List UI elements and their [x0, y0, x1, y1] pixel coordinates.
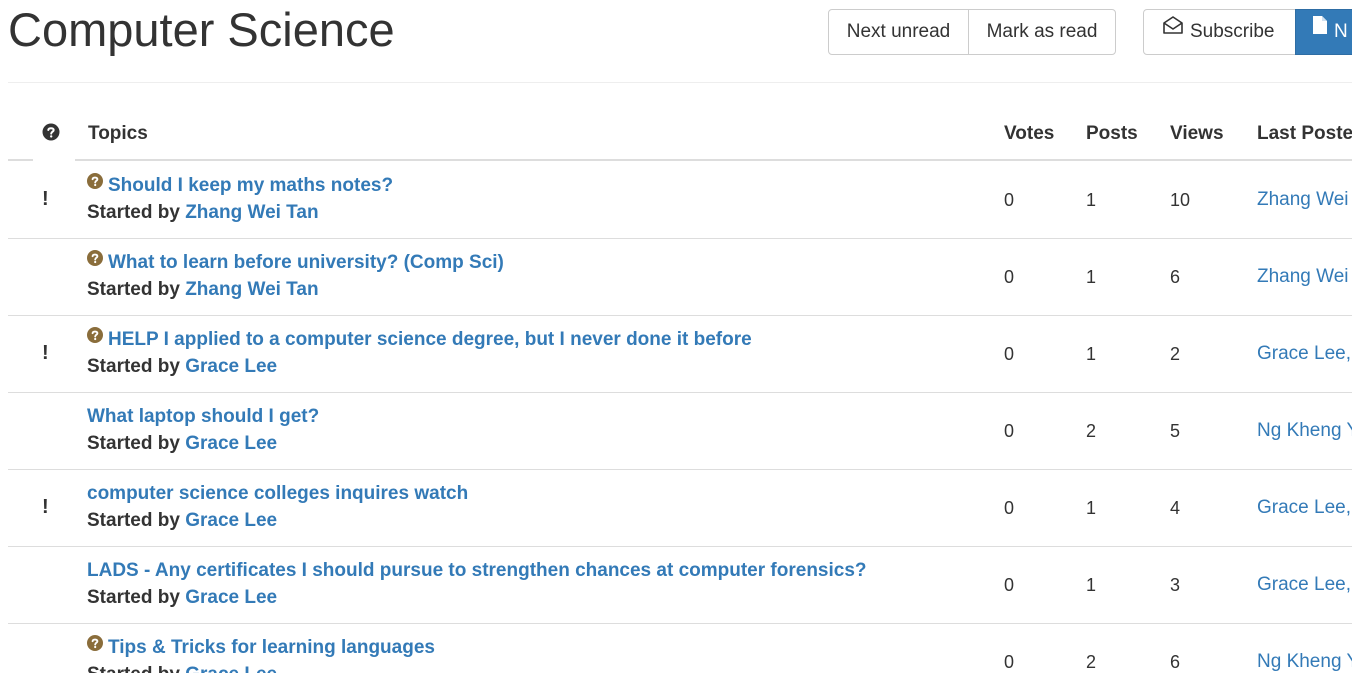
started-by-label: Started by	[87, 510, 180, 531]
table-row: What laptop should I get? Started by Grac…	[8, 392, 1352, 470]
question-circle-icon	[42, 123, 60, 144]
votes-column-header[interactable]: Votes	[1004, 116, 1054, 152]
topic-link[interactable]: Tips & Tricks for learning languages	[87, 634, 435, 660]
page-title: Computer Science	[8, 3, 395, 56]
last-poster-link[interactable]: Grace Lee,	[1257, 342, 1351, 366]
topic-title: LADS - Any certificates I should pursue …	[87, 560, 867, 581]
started-by: Started by Grace Lee	[87, 432, 277, 456]
question-circle-icon	[87, 172, 103, 196]
views-count: 5	[1170, 421, 1181, 441]
topic-link[interactable]: LADS - Any certificates I should pursue …	[87, 559, 867, 583]
views-count: 3	[1170, 575, 1181, 595]
mark-as-read-button[interactable]: Mark as read	[968, 9, 1116, 55]
new-topic-label: N	[1334, 21, 1348, 42]
author-link[interactable]: Grace Lee	[185, 664, 277, 673]
votes-count: 0	[1004, 498, 1015, 518]
envelope-open-icon	[1162, 8, 1184, 52]
votes-count: 0	[1004, 344, 1015, 364]
posts-column-header[interactable]: Posts	[1086, 116, 1138, 152]
topic-title: computer science colleges inquires watch	[87, 483, 469, 504]
last-poster-link[interactable]: Zhang Wei	[1257, 188, 1349, 212]
votes-count: 0	[1004, 421, 1015, 441]
topic-link[interactable]: What laptop should I get?	[87, 405, 319, 429]
subscribe-label: Subscribe	[1190, 21, 1275, 42]
started-by: Started by Grace Lee	[87, 509, 277, 533]
posts-count: 1	[1086, 267, 1097, 287]
posts-count: 1	[1086, 498, 1097, 518]
last-poster-link[interactable]: Ng Kheng Y	[1257, 650, 1352, 673]
started-by: Started by Grace Lee	[87, 355, 277, 379]
question-circle-icon	[87, 249, 103, 273]
topic-link[interactable]: HELP I applied to a computer science deg…	[87, 326, 752, 352]
started-by: Started by Zhang Wei Tan	[87, 278, 319, 302]
file-icon	[1312, 8, 1328, 52]
subscribe-button[interactable]: Subscribe	[1143, 9, 1296, 55]
posts-count: 1	[1086, 575, 1097, 595]
topic-link[interactable]: What to learn before university? (Comp S…	[87, 249, 504, 275]
question-circle-icon	[87, 326, 103, 350]
author-link[interactable]: Grace Lee	[185, 433, 277, 454]
started-by-label: Started by	[87, 587, 180, 608]
views-column-header[interactable]: Views	[1170, 116, 1224, 152]
topic-title: What to learn before university? (Comp S…	[108, 252, 504, 273]
flag-exclamation: !	[42, 188, 49, 210]
started-by-label: Started by	[87, 664, 180, 673]
views-count: 10	[1170, 190, 1191, 210]
forum-page: Computer Science Next unread Mark as rea…	[0, 0, 1352, 673]
started-by-label: Started by	[87, 279, 180, 300]
started-by: Started by Grace Lee	[87, 663, 277, 673]
votes-count: 0	[1004, 267, 1015, 287]
posts-count: 2	[1086, 652, 1097, 672]
posts-count: 1	[1086, 190, 1097, 210]
status-column-header	[42, 116, 60, 152]
views-count: 6	[1170, 267, 1181, 287]
topic-link[interactable]: computer science colleges inquires watch	[87, 482, 468, 506]
author-link[interactable]: Zhang Wei Tan	[185, 202, 318, 223]
table-row: LADS - Any certificates I should pursue …	[8, 546, 1352, 624]
votes-count: 0	[1004, 190, 1015, 210]
last-poster-link[interactable]: Grace Lee,	[1257, 573, 1351, 597]
table-row: ! computer science colleges inquires watc…	[8, 469, 1352, 547]
flag-exclamation: !	[42, 342, 49, 364]
author-link[interactable]: Grace Lee	[185, 587, 277, 608]
topics-column-header[interactable]: Topics	[88, 116, 148, 152]
topic-link[interactable]: Should I keep my maths notes?	[87, 172, 394, 198]
table-row: What to learn before university? (Comp S…	[8, 238, 1352, 316]
next-unread-button[interactable]: Next unread	[828, 9, 969, 55]
topic-title: Should I keep my maths notes?	[108, 175, 394, 196]
votes-count: 0	[1004, 575, 1015, 595]
views-count: 4	[1170, 498, 1181, 518]
posts-count: 1	[1086, 344, 1097, 364]
author-link[interactable]: Zhang Wei Tan	[185, 279, 318, 300]
views-count: 6	[1170, 652, 1181, 672]
started-by-label: Started by	[87, 356, 180, 377]
votes-count: 0	[1004, 652, 1015, 672]
table-row: Tips & Tricks for learning languages Star…	[8, 623, 1352, 673]
table-row: ! HELP I applied to a computer science de…	[8, 315, 1352, 393]
started-by: Started by Zhang Wei Tan	[87, 201, 319, 225]
topic-title: What laptop should I get?	[87, 406, 320, 427]
topic-title: Tips & Tricks for learning languages	[108, 637, 435, 658]
last-poster-link[interactable]: Zhang Wei	[1257, 265, 1349, 289]
last-poster-link[interactable]: Ng Kheng Y	[1257, 419, 1352, 443]
views-count: 2	[1170, 344, 1181, 364]
author-link[interactable]: Grace Lee	[185, 510, 277, 531]
author-link[interactable]: Grace Lee	[185, 356, 277, 377]
last-poster-link[interactable]: Grace Lee,	[1257, 496, 1351, 520]
flag-exclamation: !	[42, 496, 49, 518]
new-topic-button[interactable]: N	[1295, 9, 1352, 55]
last-poster-column-header[interactable]: Last Poste	[1257, 116, 1352, 152]
table-row: ! Should I keep my maths notes? Started by…	[8, 161, 1352, 239]
question-circle-icon	[87, 634, 103, 658]
started-by: Started by Grace Lee	[87, 586, 277, 610]
started-by-label: Started by	[87, 202, 180, 223]
topic-title: HELP I applied to a computer science deg…	[108, 329, 752, 350]
started-by-label: Started by	[87, 433, 180, 454]
posts-count: 2	[1086, 421, 1097, 441]
